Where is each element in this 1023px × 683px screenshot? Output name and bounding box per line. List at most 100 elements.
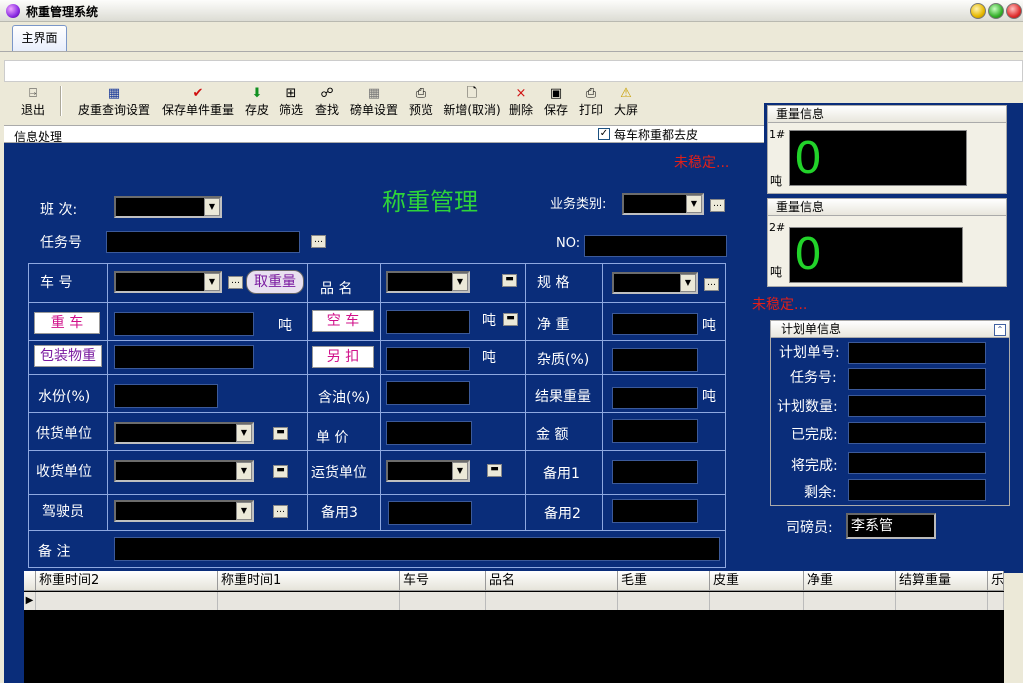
no-field[interactable]: [584, 235, 727, 257]
chevron-down-icon[interactable]: ▼: [236, 424, 252, 442]
ellipsis-button[interactable]: …: [710, 199, 725, 212]
chevron-down-icon[interactable]: ▼: [686, 195, 702, 213]
table-cell[interactable]: [486, 592, 618, 610]
impurity-field[interactable]: [612, 348, 698, 372]
delete-button[interactable]: × 删除: [506, 86, 536, 120]
collapse-icon[interactable]: ⌃: [994, 324, 1006, 336]
tare-query-button[interactable]: ▦ 皮重查询设置: [76, 86, 152, 120]
plan-no-field[interactable]: [848, 342, 986, 364]
table-cell[interactable]: [988, 592, 1004, 610]
table-cell[interactable]: [618, 592, 710, 610]
column-header[interactable]: 乐: [988, 571, 1004, 591]
chevron-down-icon[interactable]: ▼: [452, 462, 468, 480]
driver-select[interactable]: ▼: [114, 500, 254, 522]
ellipsis-button[interactable]: …: [228, 276, 243, 289]
completed-field[interactable]: [848, 422, 986, 444]
row-pointer-icon: ▶: [24, 592, 36, 610]
unit-price-field[interactable]: [386, 421, 472, 445]
vehicle-no-select[interactable]: ▼: [114, 271, 222, 293]
to-complete-label: 将完成:: [791, 458, 838, 474]
table-cell[interactable]: [804, 592, 896, 610]
new-cancel-button[interactable]: 🗋 新增(取消): [442, 86, 502, 120]
big-screen-button[interactable]: ⚠ 大屏: [611, 86, 641, 120]
shift-select[interactable]: ▼: [114, 196, 222, 218]
remark-field[interactable]: [114, 537, 720, 561]
product-select[interactable]: ▼: [386, 271, 470, 293]
column-header[interactable]: 称重时间2: [36, 571, 218, 591]
supplier-select[interactable]: ▼: [114, 422, 254, 444]
completed-label: 已完成:: [791, 427, 838, 443]
ellipsis-button[interactable]: …: [704, 278, 719, 291]
operator-field[interactable]: 李系管: [846, 513, 936, 539]
print-button[interactable]: ⎙ 打印: [576, 86, 606, 120]
column-header[interactable]: 净重: [804, 571, 896, 591]
table-cell[interactable]: [896, 592, 988, 610]
ellipsis-button[interactable]: ▬: [273, 465, 288, 478]
ellipsis-button[interactable]: ▬: [273, 427, 288, 440]
toolbar-separator: [60, 86, 62, 116]
minimize-button[interactable]: [970, 3, 986, 19]
ellipsis-button[interactable]: …: [273, 505, 288, 518]
chevron-down-icon[interactable]: ▼: [452, 273, 468, 291]
column-header[interactable]: 结算重量: [896, 571, 988, 591]
oil-content-field[interactable]: [386, 381, 470, 405]
spare3-field[interactable]: [388, 501, 472, 525]
chevron-down-icon[interactable]: ▼: [204, 198, 220, 216]
spec-select[interactable]: ▼: [612, 272, 698, 294]
package-weight-field[interactable]: [114, 345, 254, 369]
chevron-down-icon[interactable]: ▼: [236, 462, 252, 480]
save-button[interactable]: ▣ 保存: [541, 86, 571, 120]
column-header[interactable]: 皮重: [710, 571, 804, 591]
ellipsis-button[interactable]: ▬: [487, 464, 502, 477]
remaining-field[interactable]: [848, 479, 986, 501]
plan-task-no-field[interactable]: [848, 368, 986, 390]
grid-line: [28, 450, 726, 451]
moisture-field[interactable]: [114, 384, 218, 408]
checkbox-box[interactable]: ✓: [598, 128, 610, 140]
table-cell[interactable]: [218, 592, 400, 610]
ticket-settings-button[interactable]: ▦ 磅单设置: [348, 86, 400, 120]
get-weight-button[interactable]: 取重量: [246, 270, 304, 294]
spare1-field[interactable]: [612, 460, 698, 484]
receiver-label: 收货单位: [36, 464, 92, 480]
task-no-field[interactable]: [106, 231, 300, 253]
chevron-down-icon[interactable]: ▼: [204, 273, 220, 291]
to-complete-field[interactable]: [848, 452, 986, 474]
column-header[interactable]: 毛重: [618, 571, 710, 591]
filter-button[interactable]: ⊞ 筛选: [276, 86, 306, 120]
filter-icon: ⊞: [285, 86, 297, 101]
result-weight-field[interactable]: [612, 387, 698, 409]
spare2-field[interactable]: [612, 499, 698, 523]
preview-button[interactable]: ⎙ 预览: [406, 86, 436, 120]
ellipsis-button[interactable]: ▬: [502, 274, 517, 287]
table-cell[interactable]: [400, 592, 486, 610]
exit-button[interactable]: ⍈ 退出: [18, 86, 48, 120]
net-weight-field[interactable]: [612, 313, 698, 335]
plan-qty-field[interactable]: [848, 395, 986, 417]
table-cell[interactable]: [36, 592, 218, 610]
business-type-select[interactable]: ▼: [622, 193, 704, 215]
maximize-button[interactable]: [988, 3, 1004, 19]
column-header[interactable]: 称重时间1: [218, 571, 400, 591]
spare1-label: 备用1: [543, 466, 580, 482]
ellipsis-button[interactable]: …: [311, 235, 326, 248]
save-single-weight-button[interactable]: ✔ 保存单件重量: [160, 86, 236, 120]
chevron-down-icon[interactable]: ▼: [680, 274, 696, 292]
column-header[interactable]: 车号: [400, 571, 486, 591]
table-cell[interactable]: [710, 592, 804, 610]
ellipsis-button[interactable]: ▬: [503, 313, 518, 326]
chevron-down-icon[interactable]: ▼: [236, 502, 252, 520]
tare-each-checkbox[interactable]: ✓ 每车称重都去皮: [598, 126, 728, 142]
empty-vehicle-field[interactable]: [386, 310, 470, 334]
save-tare-button[interactable]: ⬇ 存皮: [242, 86, 272, 120]
search-button[interactable]: ☍ 查找: [312, 86, 342, 120]
amount-field[interactable]: [612, 419, 698, 443]
receiver-select[interactable]: ▼: [114, 460, 254, 482]
grid-line: [28, 530, 726, 531]
extra-deduct-field[interactable]: [386, 347, 470, 371]
close-button[interactable]: [1006, 3, 1022, 19]
tab-main[interactable]: 主界面: [12, 25, 67, 51]
column-header[interactable]: 品名: [486, 571, 618, 591]
carrier-select[interactable]: ▼: [386, 460, 470, 482]
heavy-vehicle-field[interactable]: [114, 312, 254, 336]
